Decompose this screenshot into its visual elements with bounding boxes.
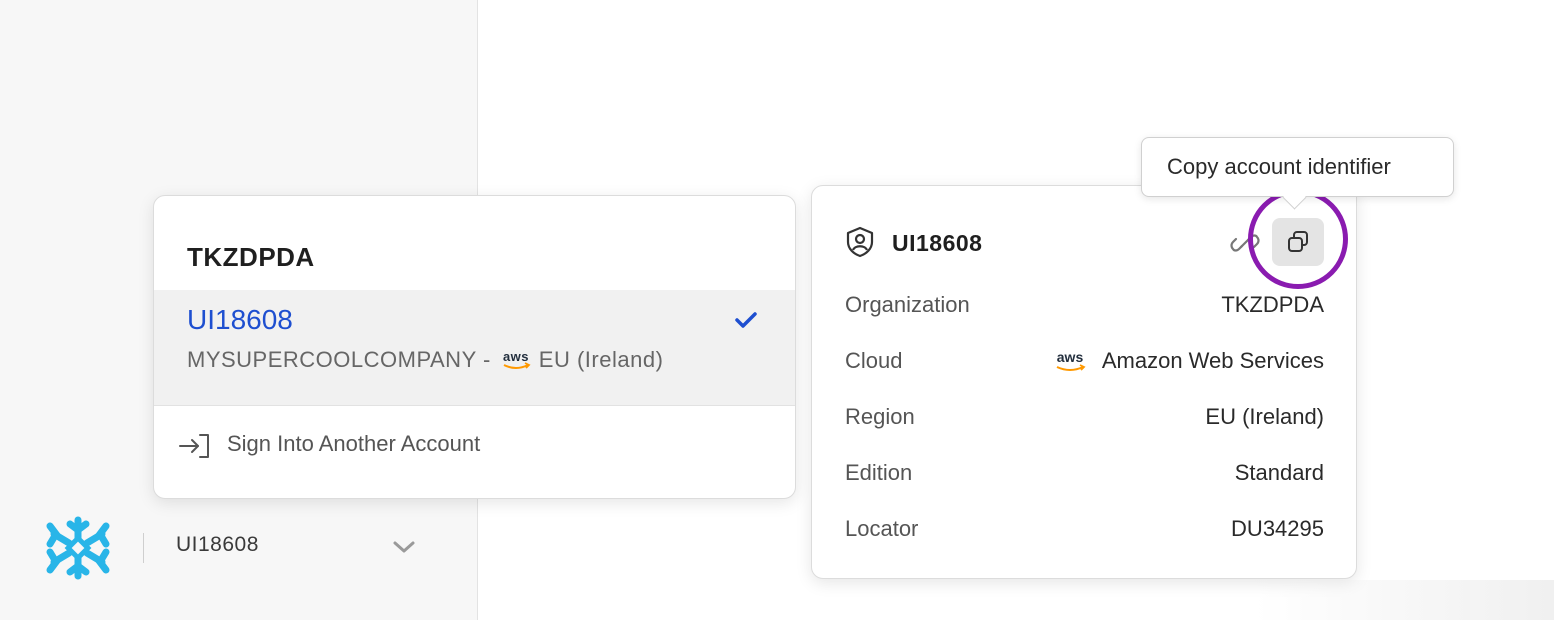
details-title: UI18608 [892, 230, 983, 256]
checkmark-icon [735, 312, 757, 328]
copy-icon [1288, 231, 1308, 252]
snowflake-logo-icon [46, 516, 110, 580]
account-region: EU (Ireland) [538, 347, 664, 372]
detail-value: Standard [1234, 460, 1324, 485]
chevron-down-icon[interactable] [392, 537, 416, 557]
background-shade [1254, 580, 1554, 620]
org-heading: TKZDPDA [187, 242, 315, 272]
shield-user-icon [846, 226, 874, 258]
cloud-value: Amazon Web Services [1101, 348, 1324, 373]
aws-icon: aws [503, 349, 531, 369]
account-list-item[interactable]: UI18608 MYSUPERCOOLCOMPANY - aws EU (Ire… [154, 290, 795, 405]
detail-value: DU34295 [1231, 516, 1324, 541]
svg-text:aws: aws [1057, 349, 1084, 365]
detail-value: TKZDPDA [1221, 292, 1324, 317]
detail-row-organization: Organization TKZDPDA [845, 292, 1324, 324]
detail-row-locator: Locator DU34295 [845, 516, 1324, 548]
account-switcher-popup: TKZDPDA UI18608 MYSUPERCOOLCOMPANY - aws… [153, 195, 796, 499]
detail-row-region: Region EU (Ireland) [845, 404, 1324, 436]
sign-into-another-account-button[interactable]: Sign Into Another Account [154, 406, 795, 486]
detail-label: Cloud [845, 348, 903, 373]
tooltip-text: Copy account identifier [1167, 154, 1391, 179]
copy-account-identifier-button[interactable] [1272, 218, 1324, 266]
sign-in-icon [179, 434, 209, 458]
svg-text:aws: aws [503, 349, 529, 364]
account-details-card: UI18608 Organization TKZDPDA Cloud aws A… [811, 185, 1357, 579]
detail-label: Organization [845, 292, 970, 317]
account-company: MYSUPERCOOLCOMPANY - [187, 347, 491, 372]
link-icon[interactable] [1230, 230, 1260, 256]
detail-label: Locator [845, 516, 919, 541]
detail-row-cloud: Cloud aws Amazon Web Services [845, 348, 1324, 380]
detail-value: EU (Ireland) [1205, 404, 1324, 429]
detail-value-cloud: aws Amazon Web Services [1052, 348, 1324, 374]
detail-label: Region [845, 404, 915, 429]
account-name: UI18608 [187, 304, 293, 335]
detail-label: Edition [845, 460, 913, 485]
sign-in-label: Sign Into Another Account [227, 431, 481, 456]
aws-icon: aws [1056, 349, 1086, 371]
detail-row-edition: Edition Standard [845, 460, 1324, 492]
footer-divider [143, 533, 144, 563]
footer-account-label[interactable]: UI18608 [176, 533, 259, 557]
copy-tooltip: Copy account identifier [1141, 137, 1454, 210]
account-details-line: MYSUPERCOOLCOMPANY - aws EU (Ireland) [187, 347, 663, 373]
